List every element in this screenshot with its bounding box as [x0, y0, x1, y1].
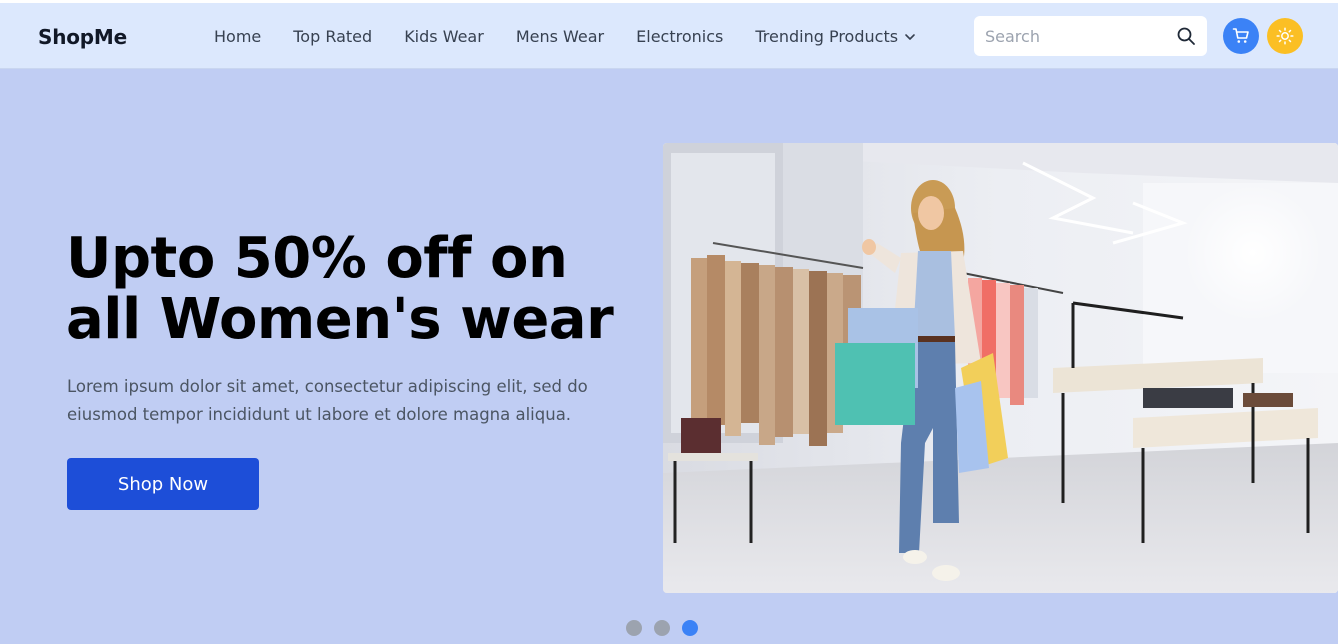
nav-link-kids-wear[interactable]: Kids Wear	[404, 27, 484, 46]
nav-link-home[interactable]: Home	[214, 27, 261, 46]
hero-description: Lorem ipsum dolor sit amet, consectetur …	[67, 377, 588, 424]
search-box	[974, 16, 1207, 56]
carousel-dot-1[interactable]	[626, 620, 642, 636]
brand-logo[interactable]: ShopMe	[38, 25, 127, 49]
nav-menu: Home Top Rated Kids Wear Mens Wear Elect…	[214, 27, 916, 46]
carousel-indicators	[626, 620, 710, 636]
theme-toggle-button[interactable]	[1267, 18, 1303, 54]
carousel-dot-3[interactable]	[682, 620, 698, 636]
cart-icon	[1232, 28, 1249, 43]
nav-link-top-rated[interactable]: Top Rated	[293, 27, 372, 46]
nav-link-mens-wear[interactable]: Mens Wear	[516, 27, 604, 46]
hero-title: Upto 50% off on all Women's wear	[66, 226, 614, 352]
nav-link-electronics[interactable]: Electronics	[636, 27, 723, 46]
shop-now-button[interactable]: Shop Now	[67, 458, 259, 510]
carousel-dot-2[interactable]	[654, 620, 670, 636]
search-icon[interactable]	[1176, 26, 1196, 46]
nav-dropdown-trending-products[interactable]: Trending Products	[755, 27, 916, 46]
sun-icon	[1276, 27, 1294, 45]
cart-button[interactable]	[1223, 18, 1259, 54]
store-photo-illustration	[663, 143, 1338, 593]
chevron-down-icon	[905, 33, 915, 40]
nav-dropdown-label: Trending Products	[755, 27, 899, 46]
search-input[interactable]	[985, 25, 1165, 47]
navbar: ShopMe Home Top Rated Kids Wear Mens Wea…	[0, 3, 1338, 69]
hero-image	[663, 143, 1338, 593]
